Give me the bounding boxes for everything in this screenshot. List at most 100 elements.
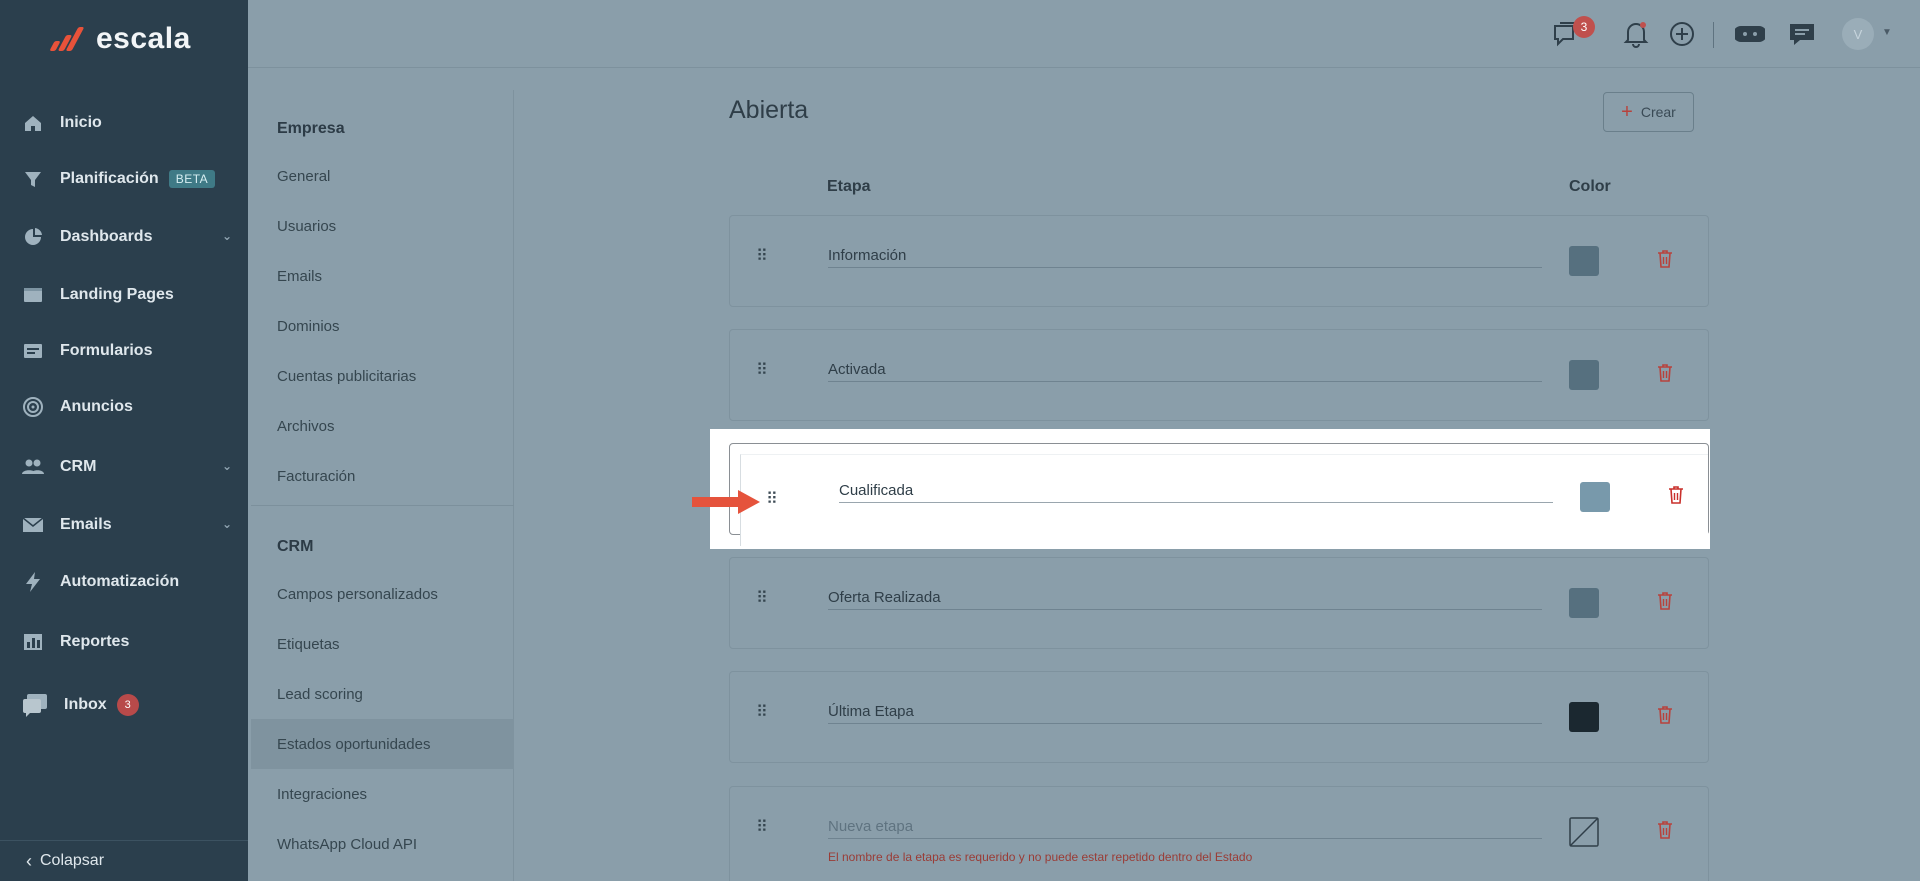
plus-icon: + xyxy=(1621,101,1633,123)
settings-item-whatsapp-cloud-api[interactable]: WhatsApp Cloud API xyxy=(277,836,417,853)
chevron-down-icon: ⌄ xyxy=(221,459,232,473)
drag-handle-icon[interactable]: ⠿ xyxy=(756,702,768,722)
drag-handle-icon[interactable]: ⠿ xyxy=(766,489,778,509)
stage-name-input[interactable] xyxy=(828,358,1542,382)
sidebar-item-label: Formularios xyxy=(60,342,153,359)
gamepad-icon[interactable] xyxy=(1734,18,1766,50)
drag-handle-icon[interactable]: ⠿ xyxy=(756,588,768,608)
user-avatar[interactable]: V xyxy=(1842,18,1874,50)
trash-icon[interactable] xyxy=(1657,706,1673,724)
pie-chart-icon xyxy=(22,226,44,248)
sidebar-item-label: Dashboards xyxy=(60,228,153,245)
chevron-down-icon[interactable]: ▼ xyxy=(1882,27,1892,38)
sidebar-item-label: Reportes xyxy=(60,633,130,650)
stage-name-input[interactable] xyxy=(828,244,1542,268)
chevron-down-icon: ⌄ xyxy=(221,229,232,243)
chevron-down-icon: ⌄ xyxy=(221,517,232,531)
sidebar-item-label: Automatización xyxy=(60,573,180,590)
settings-item-estados-oportunidades[interactable]: Estados oportunidades xyxy=(277,736,430,753)
sidebar-item-crm[interactable]: CRM ⌄ xyxy=(22,451,232,483)
page-title: Abierta xyxy=(729,96,809,124)
drag-handle-icon[interactable]: ⠿ xyxy=(756,817,768,837)
settings-section-crm: CRM xyxy=(277,538,314,555)
bell-icon[interactable] xyxy=(1620,18,1652,50)
new-stage-input[interactable] xyxy=(828,815,1542,839)
settings-item-lead-scoring[interactable]: Lead scoring xyxy=(277,686,363,703)
trash-icon[interactable] xyxy=(1657,821,1673,839)
target-icon xyxy=(22,396,44,418)
stage-name-input[interactable] xyxy=(839,479,1553,503)
envelope-icon xyxy=(22,514,44,536)
sidebar-item-automatizacion[interactable]: Automatización xyxy=(22,566,232,598)
trash-icon[interactable] xyxy=(1657,250,1673,268)
stage-row: ⠿ xyxy=(729,329,1709,421)
stage-name-input[interactable] xyxy=(828,586,1542,610)
no-color-swatch-icon[interactable] xyxy=(1569,817,1599,847)
settings-item-campos-personalizados[interactable]: Campos personalizados xyxy=(277,586,438,603)
brand-name: escala xyxy=(96,22,191,55)
create-stage-button[interactable]: + Crear xyxy=(1603,92,1694,132)
settings-item-general[interactable]: General xyxy=(277,168,330,185)
settings-item-usuarios[interactable]: Usuarios xyxy=(277,218,336,235)
sidebar-item-inicio[interactable]: Inicio xyxy=(22,107,232,139)
stage-name-input[interactable] xyxy=(828,700,1542,724)
settings-item-facturacion[interactable]: Facturación xyxy=(277,468,355,485)
form-icon xyxy=(22,340,44,362)
plus-circle-icon[interactable] xyxy=(1666,18,1698,50)
stage-row: ⠿ xyxy=(729,215,1709,307)
sidebar-item-anuncios[interactable]: Anuncios xyxy=(22,391,232,423)
settings-item-cuentas-publicitarias[interactable]: Cuentas publicitarias xyxy=(277,368,416,385)
settings-item-dominios[interactable]: Dominios xyxy=(277,318,340,335)
inbox-count-badge: 3 xyxy=(116,694,139,716)
stage-color-swatch[interactable] xyxy=(1580,482,1610,512)
funnel-icon xyxy=(22,168,44,190)
stage-color-swatch[interactable] xyxy=(1569,246,1599,276)
stage-row: ⠿ xyxy=(729,671,1709,763)
toolbar-divider xyxy=(1713,22,1714,48)
settings-divider xyxy=(251,505,514,506)
home-icon xyxy=(22,112,44,134)
users-icon xyxy=(22,456,44,478)
sidebar-item-dashboards[interactable]: Dashboards ⌄ xyxy=(22,221,232,253)
dragged-stage-spotlight: ⠿ xyxy=(710,429,1710,549)
chat-count-badge: 3 xyxy=(1573,16,1595,38)
collapse-sidebar-button[interactable]: ‹ Colapsar xyxy=(0,840,248,881)
sidebar-item-inbox[interactable]: Inbox 3 xyxy=(22,689,232,721)
stage-color-swatch[interactable] xyxy=(1569,360,1599,390)
column-header-color: Color xyxy=(1569,178,1611,195)
sidebar-item-label: Emails xyxy=(60,516,112,533)
beta-badge: BETA xyxy=(168,170,216,188)
logo-mark-icon xyxy=(49,25,90,53)
collapse-label: Colapsar xyxy=(40,852,105,869)
settings-item-archivos[interactable]: Archivos xyxy=(277,418,335,435)
settings-item-etiquetas[interactable]: Etiquetas xyxy=(277,636,340,653)
stage-color-swatch[interactable] xyxy=(1569,588,1599,618)
drag-handle-icon[interactable]: ⠿ xyxy=(756,246,768,266)
support-chat-icon[interactable] xyxy=(1786,18,1818,50)
sidebar-item-reportes[interactable]: Reportes xyxy=(22,626,232,658)
sidebar: escala Inicio Planificación BETA Dashboa… xyxy=(0,0,248,881)
stage-color-swatch[interactable] xyxy=(1569,702,1599,732)
sidebar-item-label: Inicio xyxy=(60,114,102,131)
stage-error-message: El nombre de la etapa es requerido y no … xyxy=(828,850,1253,864)
brand-logo[interactable]: escala xyxy=(49,22,191,56)
settings-item-integraciones[interactable]: Integraciones xyxy=(277,786,367,803)
sidebar-item-label: Planificación xyxy=(60,170,159,187)
sidebar-item-formularios[interactable]: Formularios xyxy=(22,335,232,367)
sidebar-item-label: Anuncios xyxy=(60,398,133,415)
settings-item-emails[interactable]: Emails xyxy=(277,268,322,285)
sidebar-item-landing-pages[interactable]: Landing Pages xyxy=(22,279,232,311)
trash-icon[interactable] xyxy=(1668,486,1684,504)
column-header-stage: Etapa xyxy=(827,178,871,195)
new-stage-row: ⠿ El nombre de la etapa es requerido y n… xyxy=(729,786,1709,881)
trash-icon[interactable] xyxy=(1657,592,1673,610)
trash-icon[interactable] xyxy=(1657,364,1673,382)
sidebar-item-label: Landing Pages xyxy=(60,286,174,303)
settings-section-empresa: Empresa xyxy=(277,120,345,137)
bolt-icon xyxy=(22,571,44,593)
dragged-stage-row[interactable]: ⠿ xyxy=(740,454,1708,546)
sidebar-item-planificacion[interactable]: Planificación BETA xyxy=(22,163,232,195)
drag-handle-icon[interactable]: ⠿ xyxy=(756,360,768,380)
sidebar-item-emails[interactable]: Emails ⌄ xyxy=(22,509,232,541)
create-button-label: Crear xyxy=(1640,104,1676,120)
